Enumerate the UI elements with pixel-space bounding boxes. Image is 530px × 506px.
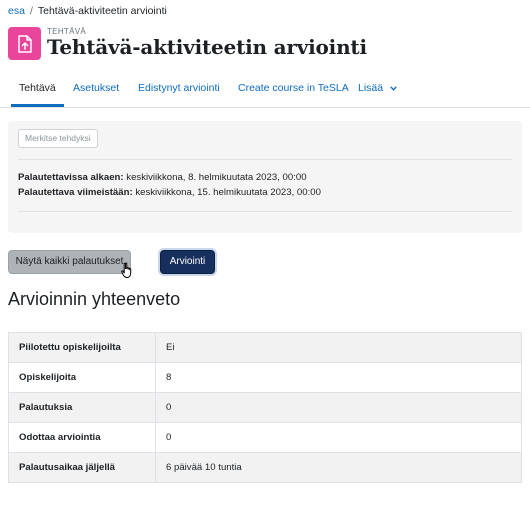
tab-label: Create course in TeSLA — [238, 82, 349, 94]
row-value: 6 päivää 10 tuntia — [155, 452, 522, 483]
breadcrumb-current: Tehtävä-aktiviteetin arviointi — [37, 5, 167, 17]
breadcrumb-link-course[interactable]: esa — [8, 5, 25, 17]
row-value: 0 — [155, 392, 522, 423]
table-row: Piilotettu opiskelijoilta Ei — [8, 332, 522, 363]
due-date-value: keskiviikkona, 15. helmikuutata 2023, 00… — [135, 187, 321, 198]
view-all-submissions-button[interactable]: Näytä kaikki palautukset — [8, 250, 131, 274]
table-row: Odottaa arviointia 0 — [8, 422, 522, 453]
mark-as-done-button[interactable]: Merkitse tehdyksi — [18, 129, 98, 148]
tab-label: Edistynyt arviointi — [138, 82, 220, 94]
row-label: Piilotettu opiskelijoilta — [8, 332, 156, 363]
table-row: Palautuksia 0 — [8, 392, 522, 423]
tab-create-course-tesla[interactable]: Create course in TeSLA — [238, 70, 349, 106]
grade-button[interactable]: Arviointi — [160, 250, 215, 274]
tab-assignment[interactable]: Tehtävä — [11, 70, 64, 107]
tab-label: Tehtävä — [19, 82, 56, 94]
tab-settings[interactable]: Asetukset — [73, 70, 119, 106]
row-label: Odottaa arviointia — [8, 422, 156, 453]
tab-label: Lisää — [358, 82, 384, 94]
table-row: Palautusaikaa jäljellä 6 päivää 10 tunti… — [8, 452, 522, 483]
row-value: 0 — [155, 422, 522, 453]
due-date-label: Palautettava viimeistään: — [18, 187, 133, 198]
row-value: 8 — [155, 362, 522, 393]
panel-divider — [18, 159, 512, 160]
assignment-page: esa / Tehtävä-aktiviteetin arviointi TEHTÄ… — [0, 0, 530, 506]
assignment-upload-icon — [8, 27, 41, 60]
opened-date-label: Palautettavissa alkaen: — [18, 172, 124, 183]
row-label: Opiskelijoita — [8, 362, 156, 393]
tab-more[interactable]: Lisää — [358, 70, 397, 106]
grading-summary-table: Piilotettu opiskelijoilta Ei Opiskelijoi… — [8, 332, 522, 483]
activity-info-panel: Merkitse tehdyksi Palautettavissa alkaen… — [8, 121, 522, 233]
chevron-down-icon — [387, 83, 397, 93]
row-label: Palautuksia — [8, 392, 156, 423]
due-date: Palautettava viimeistään: keskiviikkona,… — [18, 187, 321, 198]
grading-summary-heading: Arvioinnin yhteenveto — [8, 289, 181, 309]
tab-advanced-grading[interactable]: Edistynyt arviointi — [138, 70, 220, 106]
hand-pointer-cursor-icon — [121, 262, 135, 284]
tab-label: Asetukset — [73, 82, 120, 94]
opened-date: Palautettavissa alkaen: keskiviikkona, 8… — [18, 172, 307, 183]
secondary-navigation: Tehtävä Asetukset Edistynyt arviointi Cr… — [0, 70, 530, 108]
breadcrumb-separator: / — [29, 5, 33, 17]
page-title: Tehtävä-aktiviteetin arviointi — [47, 35, 367, 59]
breadcrumb: esa / Tehtävä-aktiviteetin arviointi — [8, 5, 167, 17]
row-label: Palautusaikaa jäljellä — [8, 452, 156, 483]
table-row: Opiskelijoita 8 — [8, 362, 522, 393]
opened-date-value: keskiviikkona, 8. helmikuutata 2023, 00:… — [126, 172, 307, 183]
row-value: Ei — [155, 332, 522, 363]
panel-divider — [18, 211, 512, 212]
